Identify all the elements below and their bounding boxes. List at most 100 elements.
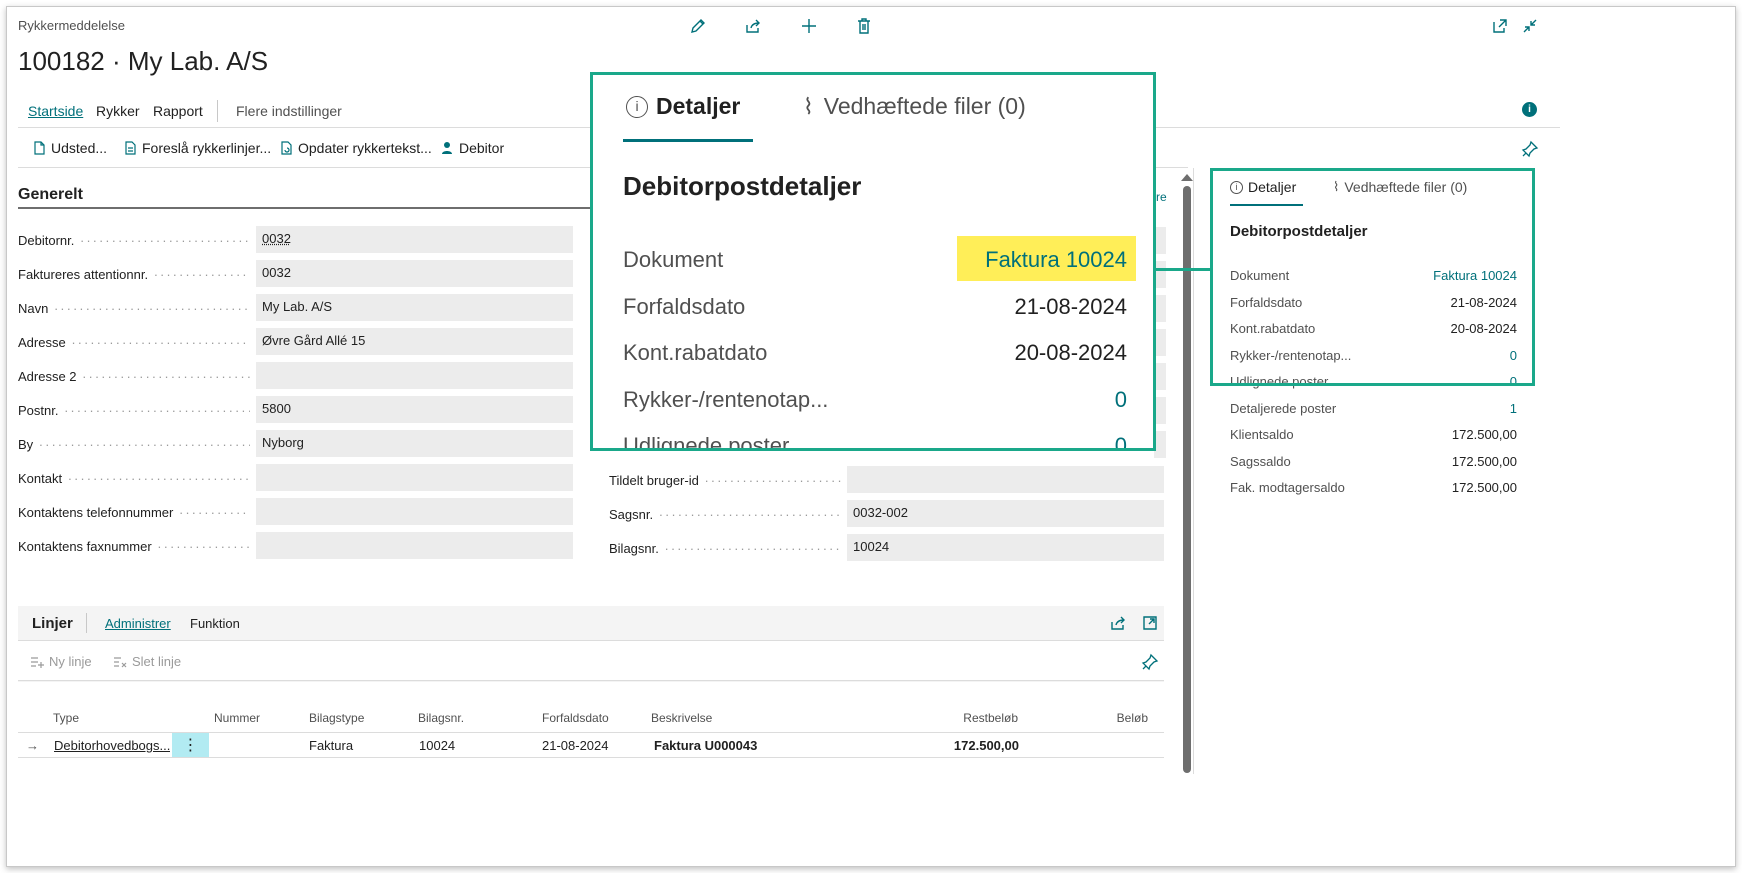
field-input[interactable]	[256, 498, 573, 525]
zoom-row-label: Rykker-/rentenotap...	[623, 386, 829, 412]
pin-icon[interactable]	[1519, 138, 1541, 160]
tab-rapport[interactable]: Rapport	[153, 103, 203, 121]
new-line-icon	[31, 656, 44, 668]
info-icon[interactable]: i	[1522, 102, 1537, 117]
zoom-row: Kont.rabatdato 20-08-2024	[623, 340, 1127, 366]
zoom-row: Rykker-/rentenotap... 0	[623, 387, 1127, 413]
zoom-tab-details: i Detaljer	[626, 93, 740, 120]
tab-startside[interactable]: Startside	[28, 103, 83, 121]
row-bilagstype[interactable]: Faktura	[309, 738, 353, 753]
lines-pin-icon[interactable]	[1139, 651, 1161, 673]
tab-separator	[217, 100, 218, 122]
update-text-action[interactable]: Opdater rykkertekst...	[279, 140, 432, 156]
row-type-link[interactable]: Debitorhovedbogs...	[54, 738, 170, 753]
column-header[interactable]: Bilagstype	[309, 711, 399, 725]
tab-more-options[interactable]: Flere indstillinger	[236, 103, 342, 121]
factbox-highlight-frame	[1210, 168, 1535, 386]
field-input[interactable]	[256, 532, 573, 559]
factbox-row: Klientsaldo 172.500,00	[1230, 427, 1517, 442]
edit-icon[interactable]	[687, 15, 709, 37]
column-header[interactable]: Bilagsnr.	[418, 711, 508, 725]
zoom-callout: i Detaljer ⌇ Vedhæftede filer (0) Debito…	[590, 72, 1156, 451]
field-input[interactable]	[256, 464, 573, 491]
lines-row-divider	[18, 757, 1164, 758]
row-beskrivelse[interactable]: Faktura U000043	[654, 738, 757, 753]
factbox-row-label: Detaljerede poster	[1230, 400, 1337, 416]
field-label: Bilagsnr. ······························…	[609, 541, 841, 556]
lines-grid	[18, 682, 1164, 774]
field-input[interactable]: 5800	[256, 396, 573, 423]
section-underline	[18, 207, 598, 209]
factbox-row-label: Sagssaldo	[1230, 453, 1291, 469]
zoom-row-label: Forfaldsdato	[623, 293, 746, 319]
field-input[interactable]: 0032	[256, 260, 573, 287]
lines-tab-administrer[interactable]: Administrer	[105, 616, 171, 631]
new-icon[interactable]	[798, 15, 820, 37]
factbox-row-value: 172.500,00	[1451, 480, 1517, 495]
document-icon	[34, 141, 45, 155]
field-input[interactable]: My Lab. A/S	[256, 294, 573, 321]
lines-share-icon[interactable]	[1107, 612, 1129, 634]
scroll-up-arrow-icon[interactable]	[1181, 174, 1193, 181]
field-input[interactable]: 0032	[256, 226, 573, 253]
open-new-window-icon[interactable]	[1489, 15, 1511, 37]
section-more-link[interactable]: re	[1156, 190, 1167, 204]
zoom-row-label: Udlignede poster	[623, 433, 790, 451]
field-input[interactable]: 10024	[847, 534, 1164, 561]
row-bilagsnr[interactable]: 10024	[419, 738, 455, 753]
document-refresh-icon	[281, 141, 292, 155]
share-icon[interactable]	[742, 15, 764, 37]
lines-expand-icon[interactable]	[1139, 612, 1161, 634]
field-input[interactable]	[847, 466, 1164, 493]
row-menu-icon[interactable]: ⋮	[172, 733, 209, 757]
zoom-row-value: 20-08-2024	[1014, 340, 1127, 365]
suggest-lines-action[interactable]: Foreslå rykkerlinjer...	[123, 140, 271, 156]
zoom-tab-attachments: ⌇ Vedhæftede filer (0)	[803, 93, 1026, 119]
scrollbar-thumb[interactable]	[1183, 186, 1191, 773]
field-input[interactable]: Øvre Gård Allé 15	[256, 328, 573, 355]
column-header[interactable]: Restbeløb	[918, 711, 1018, 725]
field-label: Kontaktens telefonnummer ···············…	[18, 505, 250, 520]
column-header[interactable]: Type	[53, 711, 153, 725]
field-label: Debitornr. ·····························…	[18, 233, 250, 248]
lines-tab-funktion[interactable]: Funktion	[190, 616, 240, 631]
column-header[interactable]: Forfaldsdato	[542, 711, 632, 725]
field-label: Tildelt bruger-id ······················…	[609, 473, 841, 488]
delete-line-button[interactable]: Slet linje	[113, 654, 181, 669]
tab-rykker[interactable]: Rykker	[96, 103, 140, 121]
field-label: Sagsnr. ································…	[609, 507, 841, 522]
zoom-paperclip-icon: ⌇	[803, 93, 814, 119]
page-caption: Rykkermeddelelse	[18, 18, 125, 33]
column-header[interactable]: Beløb	[1060, 711, 1148, 725]
issue-action[interactable]: Udsted...	[32, 140, 107, 156]
factbox-row-value[interactable]: 1	[1510, 401, 1517, 416]
factbox-row-label: Fak. modtagersaldo	[1230, 480, 1345, 495]
field-input[interactable]: Nyborg	[256, 430, 573, 457]
zoom-row: Forfaldsdato 21-08-2024	[623, 294, 1127, 320]
factbox-row: Fak. modtagersaldo 172.500,00	[1230, 480, 1517, 495]
field-input[interactable]: 0032-002	[847, 500, 1164, 527]
field-label: By ·····································…	[18, 437, 250, 452]
person-icon	[442, 142, 452, 154]
field-label: Adresse ································…	[18, 335, 250, 350]
delete-icon[interactable]	[853, 15, 875, 37]
delete-line-icon	[114, 656, 127, 667]
collapse-icon[interactable]	[1519, 15, 1541, 37]
zoom-row-label: Dokument	[623, 247, 724, 272]
lines-actionbar	[18, 641, 1164, 681]
zoom-row-value: Faktura 10024	[985, 247, 1127, 272]
factbox-row: Sagssaldo 172.500,00	[1230, 454, 1517, 469]
column-header[interactable]: Beskrivelse	[651, 711, 851, 725]
zoom-row-label: Kont.rabatdato	[623, 340, 768, 365]
row-restbelob[interactable]: 172.500,00	[918, 738, 1019, 753]
field-input[interactable]	[256, 362, 573, 389]
row-forfaldsdato[interactable]: 21-08-2024	[542, 738, 609, 753]
new-line-button[interactable]: Ny linje	[30, 654, 92, 669]
zoom-row-value: 0	[1114, 386, 1127, 412]
zoom-row: Dokument Faktura 10024	[623, 247, 1127, 273]
customer-action[interactable]: Debitor	[440, 140, 504, 156]
row-indicator-arrow-icon: →	[26, 738, 39, 753]
column-header[interactable]: Nummer	[214, 711, 294, 725]
zoom-info-circle-icon: i	[626, 95, 648, 118]
lines-separator	[86, 613, 87, 633]
